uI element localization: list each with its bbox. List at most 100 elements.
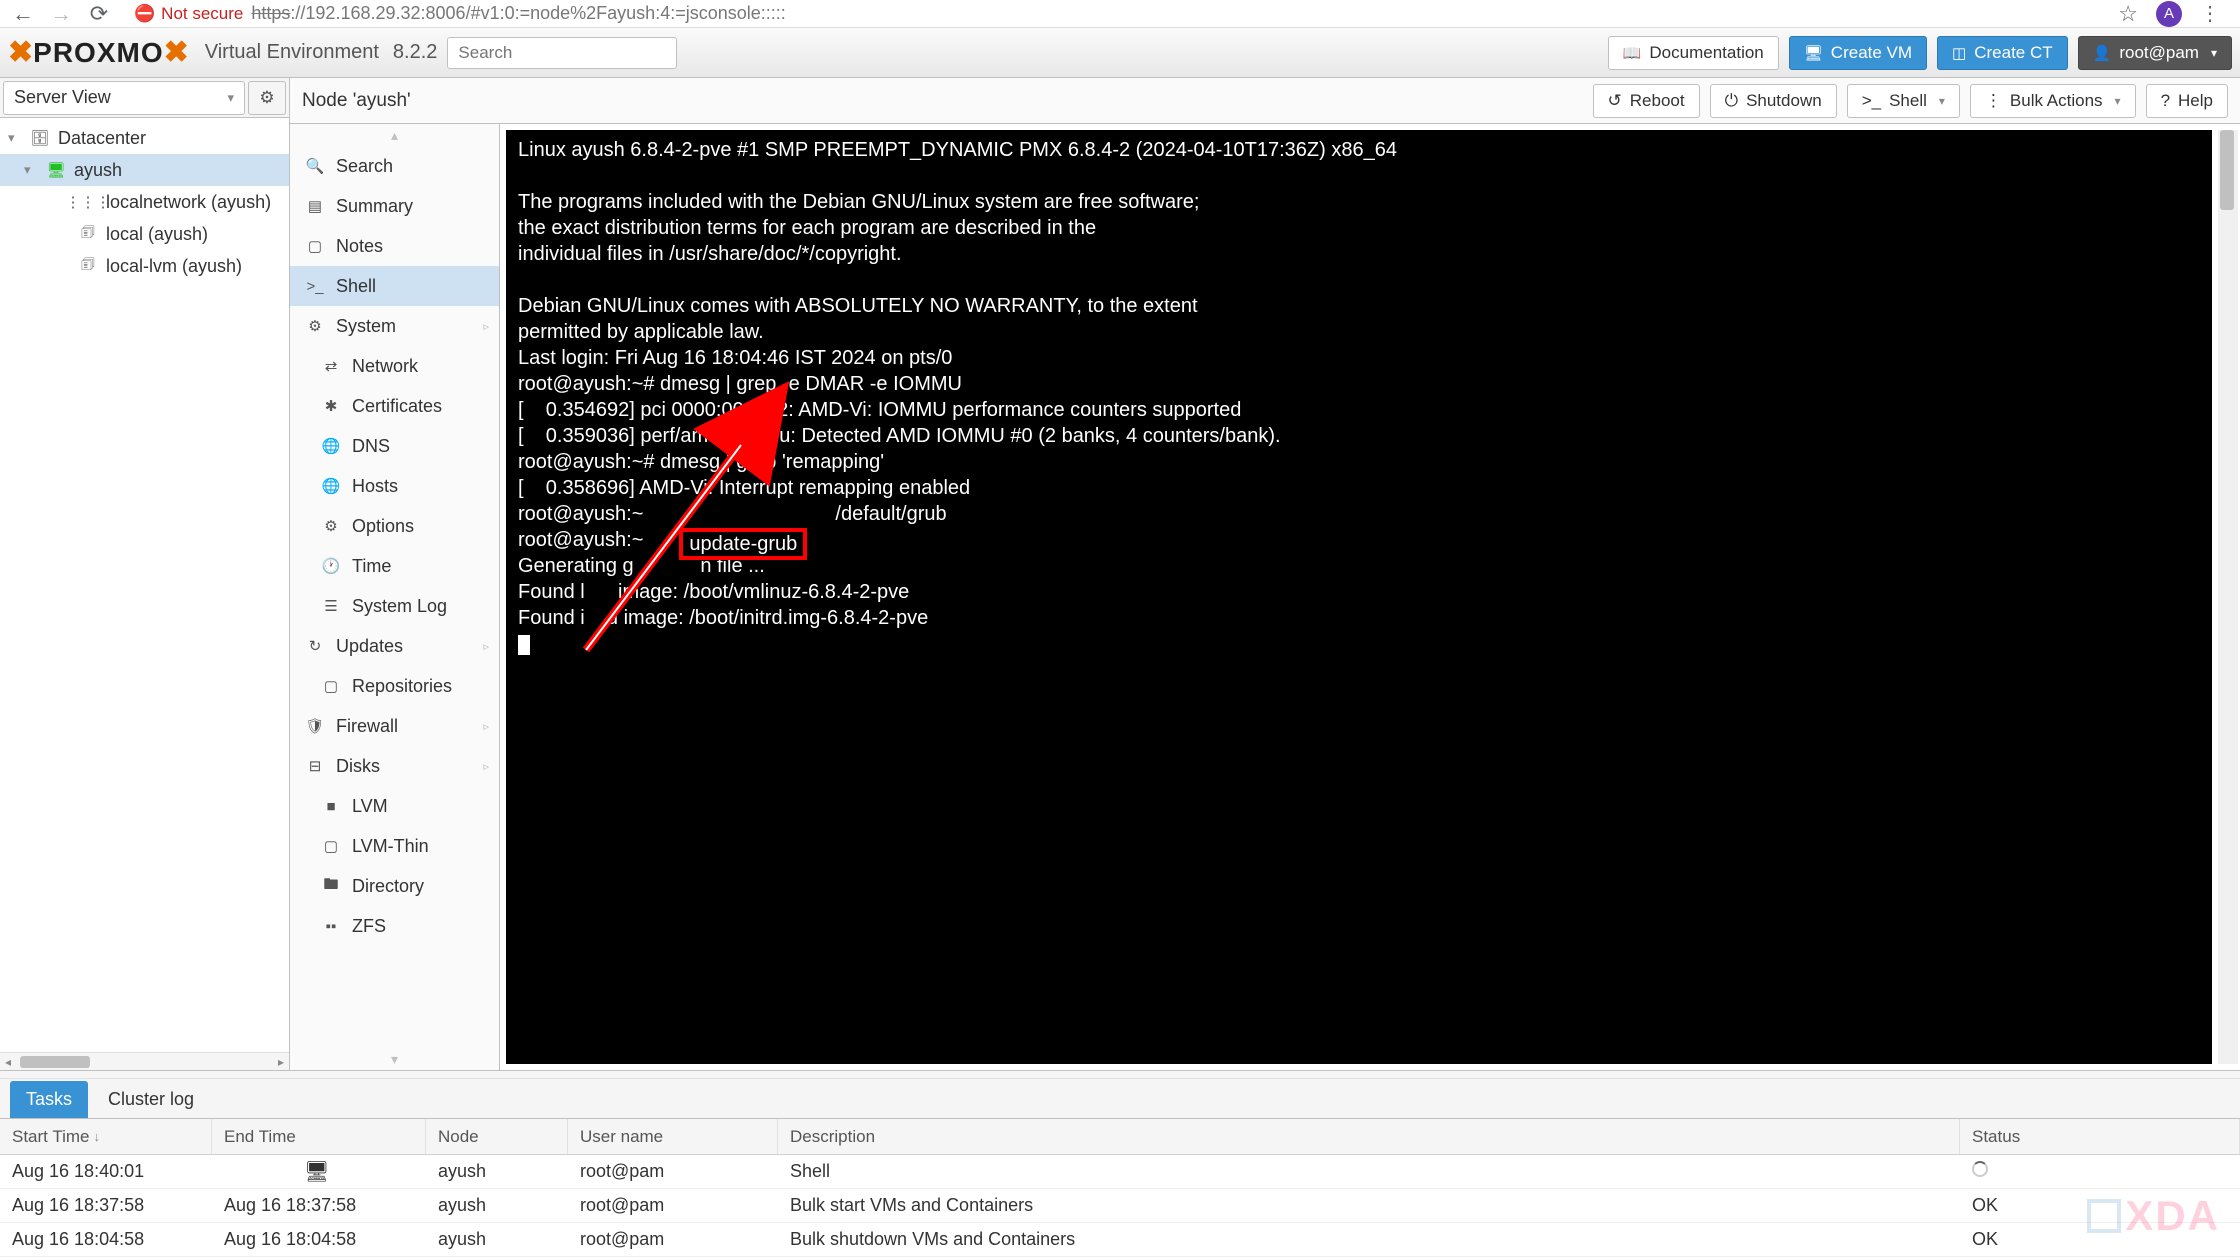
subnav-shell[interactable]: >_ Shell: [290, 266, 499, 306]
subnav-hosts[interactable]: 🌐Hosts: [290, 466, 499, 506]
certificates-icon: ✱: [322, 397, 340, 415]
network-icon: ⇄: [322, 357, 340, 375]
global-search-input[interactable]: [447, 37, 677, 69]
subnav-directory[interactable]: 🖿Directory: [290, 866, 499, 906]
subnav-disks[interactable]: ⊟Disks▹: [290, 746, 499, 786]
task-row[interactable]: Aug 16 18:40:01🖥ayushroot@pamShell: [0, 1155, 2240, 1189]
bookmark-icon[interactable]: ☆: [2118, 1, 2138, 27]
shell-button[interactable]: >_Shell▾: [1847, 84, 1960, 118]
col-end-time[interactable]: End Time: [212, 1119, 426, 1154]
chevron-down-icon: ▾: [1939, 94, 1945, 108]
create-vm-button[interactable]: 🖥Create VM: [1789, 36, 1927, 70]
firewall-icon: 🛡: [306, 717, 324, 735]
tree-item-label: Datacenter: [58, 128, 146, 149]
view-selector[interactable]: Server View▾: [3, 81, 245, 115]
address-bar[interactable]: ⛔ Not secure https://192.168.29.32:8006/…: [124, 2, 2106, 26]
create-ct-button[interactable]: ◫Create CT: [1937, 36, 2068, 70]
task-row[interactable]: Aug 16 18:04:58Aug 16 18:04:58ayushroot@…: [0, 1223, 2240, 1257]
subnav-lvm-thin[interactable]: ▢LVM-Thin: [290, 826, 499, 866]
shell-terminal[interactable]: Linux ayush 6.8.4-2-pve #1 SMP PREEMPT_D…: [506, 130, 2212, 1064]
power-icon: ⏻: [1725, 91, 1738, 111]
task-log-header: Start Time↓ End Time Node User name Desc…: [0, 1119, 2240, 1155]
reboot-button[interactable]: ↺Reboot: [1593, 84, 1700, 118]
subnav-zfs[interactable]: ▪▪ZFS: [290, 906, 499, 946]
subnav-label: DNS: [352, 436, 390, 457]
subnav-dns[interactable]: 🌐DNS: [290, 426, 499, 466]
subnav-system[interactable]: ⚙System▹: [290, 306, 499, 346]
security-badge[interactable]: ⛔ Not secure: [134, 4, 243, 24]
tree-settings-button[interactable]: ⚙: [248, 81, 286, 115]
tree-item-label: localnetwork (ayush): [106, 192, 271, 213]
panel-resize-handle[interactable]: [0, 1071, 2240, 1079]
spinner-icon: [1972, 1161, 1988, 1177]
disks-icon: ⊟: [306, 757, 324, 775]
documentation-button[interactable]: 📖Documentation: [1608, 36, 1779, 70]
scroll-up-indicator[interactable]: ▴: [290, 124, 499, 146]
col-user[interactable]: User name: [568, 1119, 778, 1154]
subnav-options[interactable]: ⚙Options: [290, 506, 499, 546]
chevron-down-icon: ▾: [2115, 94, 2121, 108]
help-button[interactable]: ?Help: [2146, 84, 2228, 118]
subnav-lvm[interactable]: ■LVM: [290, 786, 499, 826]
task-row[interactable]: Aug 16 18:37:58Aug 16 18:37:58ayushroot@…: [0, 1189, 2240, 1223]
user-menu-button[interactable]: 👤root@pam▾: [2078, 36, 2232, 70]
subnav-updates[interactable]: ↻Updates▹: [290, 626, 499, 666]
lvm-icon: ■: [322, 798, 340, 815]
subnav-summary[interactable]: ▤Summary: [290, 186, 499, 226]
col-status[interactable]: Status: [1960, 1119, 2240, 1154]
node-toolbar: Node 'ayush' ↺Reboot ⏻Shutdown >_Shell▾ …: [290, 78, 2240, 124]
bulk-actions-button[interactable]: ⋮Bulk Actions▾: [1970, 84, 2136, 118]
shell-icon: >_: [306, 278, 324, 295]
subnav-system-log[interactable]: ☰System Log: [290, 586, 499, 626]
scroll-down-indicator[interactable]: ▾: [290, 1048, 499, 1070]
tree-item-label: local-lvm (ayush): [106, 256, 242, 277]
proxmox-logo[interactable]: ✖ PROXMO ✖: [8, 35, 189, 70]
subnav-label: System Log: [352, 596, 447, 617]
updates-icon: ↻: [306, 637, 324, 655]
tab-cluster-log[interactable]: Cluster log: [92, 1081, 210, 1118]
chevron-right-icon: ▹: [483, 640, 489, 653]
subnav-time[interactable]: 🕐Time: [290, 546, 499, 586]
reload-button[interactable]: ⟳: [86, 1, 112, 27]
chevron-right-icon: ▹: [483, 320, 489, 333]
kebab-menu-icon[interactable]: ⋮: [2200, 1, 2220, 26]
subnav-label: Notes: [336, 236, 383, 257]
product-version: 8.2.2: [393, 41, 437, 64]
options-icon: ⚙: [322, 517, 340, 535]
profile-avatar[interactable]: A: [2156, 1, 2182, 27]
subnav-label: Time: [352, 556, 391, 577]
subnav-network[interactable]: ⇄Network: [290, 346, 499, 386]
tree-item-local-lvm--ayush-[interactable]: 🗊local-lvm (ayush): [0, 250, 289, 282]
tree-item-localnetwork--ayush-[interactable]: ⋮⋮⋮localnetwork (ayush): [0, 186, 289, 218]
terminal-scrollbar[interactable]: [2218, 130, 2238, 1064]
subnav-search[interactable]: 🔍Search: [290, 146, 499, 186]
tree-item-datacenter[interactable]: ▾🗄Datacenter: [0, 122, 289, 154]
tree-item-ayush[interactable]: ▾🖥ayush: [0, 154, 289, 186]
shutdown-button[interactable]: ⏻Shutdown: [1710, 84, 1837, 118]
subnav-label: Directory: [352, 876, 424, 897]
col-node[interactable]: Node: [426, 1119, 568, 1154]
tab-tasks[interactable]: Tasks: [10, 1081, 88, 1118]
subnav-label: System: [336, 316, 396, 337]
subnav-label: Repositories: [352, 676, 452, 697]
hosts-icon: 🌐: [322, 477, 340, 495]
subnav-certificates[interactable]: ✱Certificates: [290, 386, 499, 426]
app-header: ✖ PROXMO ✖ Virtual Environment 8.2.2 📖Do…: [0, 28, 2240, 78]
back-button[interactable]: ←: [10, 1, 36, 27]
resource-tree: ▾🗄Datacenter▾🖥ayush⋮⋮⋮localnetwork (ayus…: [0, 118, 289, 1052]
col-start-time[interactable]: Start Time↓: [0, 1119, 212, 1154]
resource-tree-panel: Server View▾ ⚙ ▾🗄Datacenter▾🖥ayush⋮⋮⋮loc…: [0, 78, 290, 1070]
tree-item-local--ayush-[interactable]: 🗊local (ayush): [0, 218, 289, 250]
node-icon: 🗄: [30, 129, 50, 147]
undo-icon: ↺: [1608, 91, 1622, 111]
monitor-icon: 🖥: [304, 1161, 329, 1183]
forward-button[interactable]: →: [48, 1, 74, 27]
highlighted-command: update-grub: [679, 528, 807, 560]
tree-scrollbar[interactable]: ◂ ▸: [0, 1052, 289, 1070]
col-description[interactable]: Description: [778, 1119, 1960, 1154]
subnav-notes[interactable]: ▢Notes: [290, 226, 499, 266]
task-log-panel: Tasks Cluster log Start Time↓ End Time N…: [0, 1070, 2240, 1260]
subnav-firewall[interactable]: 🛡Firewall▹: [290, 706, 499, 746]
subnav-repositories[interactable]: ▢Repositories: [290, 666, 499, 706]
subnav-label: Shell: [336, 276, 376, 297]
